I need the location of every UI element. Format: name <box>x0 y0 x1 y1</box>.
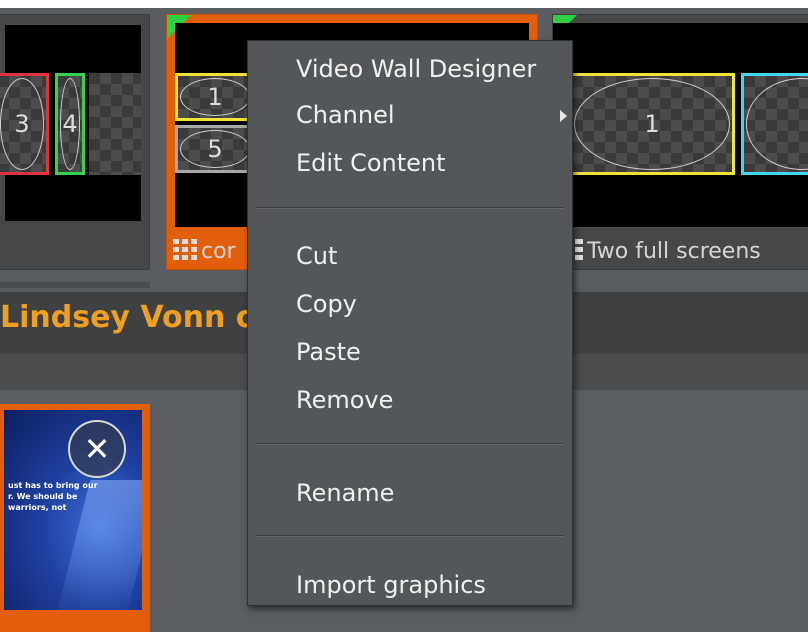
grid-layout-icon <box>173 239 197 261</box>
tile-a-footer <box>0 282 150 288</box>
tile-preview: 3 4 <box>0 25 141 221</box>
screen-cell-3: 3 <box>0 73 49 175</box>
menu-item-copy[interactable]: Copy <box>296 290 357 318</box>
menu-item-import-graphics[interactable]: Import graphics <box>296 571 486 599</box>
menu-item-paste[interactable]: Paste <box>296 338 361 366</box>
clip-footer <box>0 610 150 632</box>
tile-preview: 1 <box>553 23 808 227</box>
screen-cell-5: 5 <box>175 125 255 173</box>
top-strip <box>0 0 808 8</box>
empty-cell <box>89 73 141 175</box>
menu-item-rename[interactable]: Rename <box>296 479 394 507</box>
menu-separator <box>256 207 564 209</box>
tile-label: cor <box>173 239 236 264</box>
context-menu: Video Wall Designer Channel Edit Content… <box>247 40 573 606</box>
close-icon[interactable]: ✕ <box>68 420 126 478</box>
screen-cell-2 <box>741 73 808 175</box>
screen-cell-1: 1 <box>569 73 735 175</box>
clip-thumbnail-text: ust has to bring our r. We should be war… <box>8 481 98 512</box>
menu-item-cut[interactable]: Cut <box>296 242 337 270</box>
layout-tile-a[interactable]: 3 4 <box>0 14 150 270</box>
tile-label: Two full screens <box>575 239 761 264</box>
menu-item-remove[interactable]: Remove <box>296 386 393 414</box>
menu-separator <box>256 443 564 445</box>
grid-layout-icon <box>575 239 583 261</box>
screen-cell-1: 1 <box>175 73 255 121</box>
playlist-title: Lindsey Vonn c <box>0 300 254 335</box>
submenu-arrow-icon <box>560 110 567 122</box>
menu-item-edit-content[interactable]: Edit Content <box>296 149 446 177</box>
screen-cell-4: 4 <box>55 73 85 175</box>
menu-separator <box>256 535 564 537</box>
layout-tile-two-full-screens[interactable]: 1 Two full screens <box>552 14 808 270</box>
menu-item-channel[interactable]: Channel <box>296 101 395 129</box>
menu-item-video-wall-designer[interactable]: Video Wall Designer <box>296 55 536 83</box>
